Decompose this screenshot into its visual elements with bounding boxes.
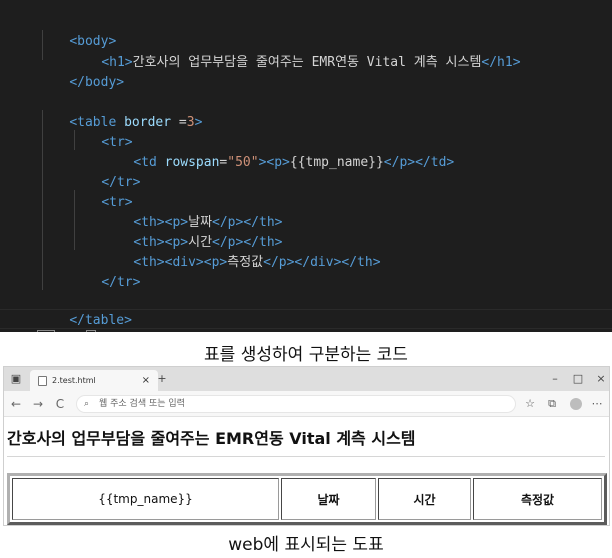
code-line-body-close: </body> xyxy=(38,53,124,90)
code-line-tr-close: </tr> xyxy=(70,253,140,290)
code-token: <p> xyxy=(266,155,290,170)
code-token: "50" xyxy=(227,155,259,170)
code-editor[interactable]: <body> <h1>간호사의 업무부담을 줄여주는 EMR연동 Vital 계… xyxy=(0,0,612,332)
caption-web: web에 표시되는 도표 xyxy=(228,535,384,555)
close-tab-icon[interactable]: × xyxy=(142,370,150,391)
code-line-tr-open: <tr> xyxy=(70,173,132,210)
collections-icon[interactable]: ⧉ xyxy=(544,396,560,412)
code-line-tr-close: </tr> xyxy=(70,153,140,190)
code-line-tr-open: <tr> xyxy=(70,113,132,150)
page-icon xyxy=(38,376,47,386)
code-token: </h1> xyxy=(481,55,521,70)
window-menu-icon[interactable]: ▣ xyxy=(8,371,24,387)
code-token: </p></div></th> xyxy=(263,255,381,270)
code-token: rowspan xyxy=(164,155,220,170)
code-line-table-open: <table border =3> xyxy=(38,93,202,130)
code-token: </body> xyxy=(69,75,125,90)
tab-test-html[interactable]: 2.test.html × xyxy=(30,370,158,391)
tmp-name-cell: {{tmp_name}} xyxy=(12,478,279,520)
tab-title: 2.test.html xyxy=(52,376,96,385)
page-heading: 간호사의 업무부담을 줄여주는 EMR연동 Vital 계측 시스템 xyxy=(7,429,416,448)
code-token: </td> xyxy=(415,155,455,170)
code-line-th-time: <th><p>시간</p></th> xyxy=(102,213,282,250)
code-token: </tr> xyxy=(101,275,141,290)
profile-avatar[interactable] xyxy=(570,398,582,410)
code-line-th-date: <th><p>날짜</p></th> xyxy=(102,193,282,230)
code-token: {{tmp_name}} xyxy=(289,155,384,170)
code-line-h1: <h1>간호사의 업무부담을 줄여주는 EMR연동 Vital 계측 시스템</… xyxy=(70,33,520,70)
header-value: 측정값 xyxy=(473,478,602,520)
code-line-th-value: <th><div><p>측정값</p></div></th> xyxy=(102,233,380,270)
address-bar[interactable]: ⌕ 웹 주소 검색 또는 입력 xyxy=(76,395,516,413)
table-row: {{tmp_name}} 날짜 시간 측정값 xyxy=(12,478,602,520)
forward-icon[interactable]: → xyxy=(30,396,46,412)
code-token: </p> xyxy=(383,155,416,170)
code-line-table-close: </table> xyxy=(38,291,132,328)
minimize-icon[interactable]: – xyxy=(547,371,563,387)
code-token: = xyxy=(171,115,187,130)
code-token: 3 xyxy=(186,115,195,130)
bracket-match: > xyxy=(86,330,97,332)
code-token: > xyxy=(194,115,203,130)
address-placeholder: 웹 주소 검색 또는 입력 xyxy=(99,399,185,409)
code-token: <th><div><p> xyxy=(133,255,228,270)
favorite-star-icon[interactable]: ☆ xyxy=(522,396,538,412)
maximize-icon[interactable]: □ xyxy=(570,371,586,387)
close-window-icon[interactable]: × xyxy=(593,371,609,387)
code-line-td: <td rowspan="50"><p>{{tmp_name}}</p></td… xyxy=(102,133,454,170)
header-time: 시간 xyxy=(378,478,471,520)
code-line-body-open: <body> xyxy=(38,12,116,49)
divider xyxy=(7,456,605,457)
refresh-icon[interactable]: C xyxy=(52,396,68,412)
back-icon[interactable]: ← xyxy=(8,396,24,412)
code-token: 측정값 xyxy=(227,255,264,270)
rendered-table: {{tmp_name}} 날짜 시간 측정값 xyxy=(7,473,607,525)
more-menu-icon[interactable]: ⋯ xyxy=(589,396,605,412)
new-tab-icon[interactable]: + xyxy=(154,371,170,387)
code-token: 간호사의 업무부담을 줄여주는 EMR연동 Vital 계측 시스템 xyxy=(132,55,482,70)
browser-window: ▣ 2.test.html × + – □ × ← → C ⌕ 웹 주소 검색 … xyxy=(3,366,610,526)
browser-toolbar: ← → C ⌕ 웹 주소 검색 또는 입력 ☆ ⧉ ⋯ xyxy=(4,391,609,417)
code-token: html xyxy=(55,331,86,332)
search-icon: ⌕ xyxy=(84,399,90,409)
tab-strip: ▣ 2.test.html × + – □ × xyxy=(4,367,609,391)
page-content: 간호사의 업무부담을 줄여주는 EMR연동 Vital 계측 시스템 {{tmp… xyxy=(4,418,609,525)
code-line-html-close: </html> xyxy=(6,309,97,332)
caption-code: 표를 생성하여 구분하는 코드 xyxy=(204,345,408,365)
header-date: 날짜 xyxy=(281,478,376,520)
bracket-match: </ xyxy=(37,330,55,332)
